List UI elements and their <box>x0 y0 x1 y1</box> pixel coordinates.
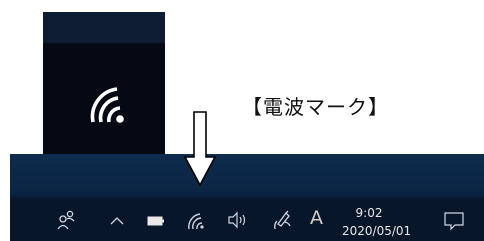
pen-icon[interactable] <box>271 209 293 231</box>
signal-mark-caption: 【電波マーク】 <box>242 95 389 119</box>
chevron-up-icon[interactable] <box>110 216 124 226</box>
system-clock[interactable]: 9:02 2020/05/01 <box>342 204 412 240</box>
clock-time: 9:02 <box>355 206 383 220</box>
notification-icon[interactable] <box>444 211 464 231</box>
speaker-icon[interactable] <box>227 211 249 229</box>
battery-icon[interactable] <box>147 215 165 227</box>
clock-date: 2020/05/01 <box>342 224 412 238</box>
wifi-icon[interactable] <box>186 210 206 230</box>
ime-mode-indicator[interactable]: A <box>310 207 323 229</box>
people-icon[interactable] <box>56 210 78 230</box>
down-arrow-pointer <box>183 111 217 187</box>
wifi-signal-icon <box>90 87 124 123</box>
enlarged-wifi-tile <box>43 12 165 161</box>
